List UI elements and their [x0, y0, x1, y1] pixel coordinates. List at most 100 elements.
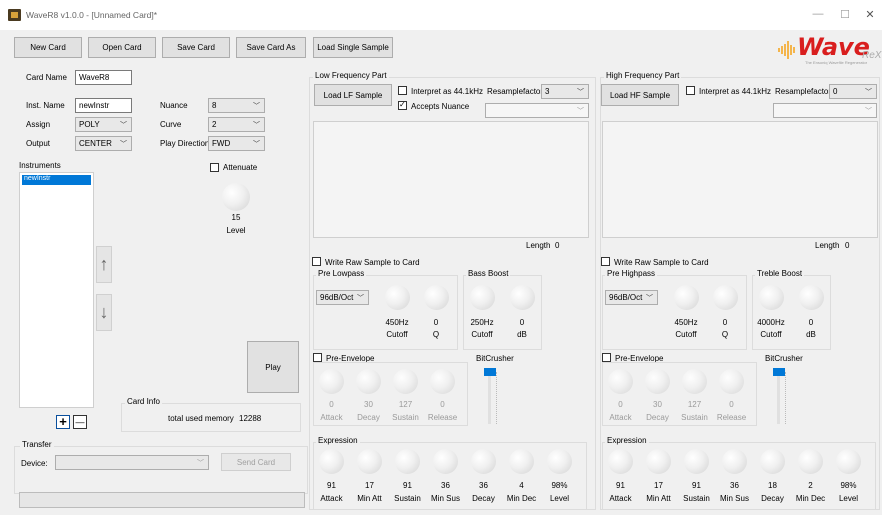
lf-expr-decay-value: 36 [479, 481, 488, 490]
hf-env-sustain-knob[interactable] [682, 369, 707, 394]
assign-label: Assign [26, 120, 51, 129]
close-icon[interactable]: ✕ [860, 8, 880, 21]
send-card-button[interactable]: Send Card [221, 453, 291, 471]
lf-expr-min-att-knob[interactable] [357, 449, 382, 474]
lf-q-knob[interactable] [424, 285, 449, 310]
open-card-button[interactable]: Open Card [88, 37, 156, 58]
hf-env-attack-knob[interactable] [608, 369, 633, 394]
lf-env-decay-value: 30 [364, 400, 373, 409]
lf-pre-envelope-checkbox[interactable] [313, 353, 322, 362]
lf-expr-level-knob[interactable] [547, 449, 572, 474]
accepts-nuance-label: Accepts Nuance [411, 102, 470, 111]
move-down-button[interactable]: ↓ [96, 294, 112, 331]
attenuate-label: Attenuate [223, 163, 258, 172]
play-direction-select[interactable]: FWD ﹀ [208, 136, 265, 151]
save-card-button[interactable]: Save Card [162, 37, 230, 58]
hf-expr-attack-knob[interactable] [608, 449, 633, 474]
assign-select[interactable]: POLY ﹀ [75, 117, 132, 132]
lf-env-sustain-value: 127 [398, 400, 413, 409]
instruments-title: Instruments [19, 161, 61, 170]
load-hf-sample-button[interactable]: Load HF Sample [601, 84, 679, 106]
output-select[interactable]: CENTER ﹀ [75, 136, 132, 151]
hf-resample-select[interactable]: 0 ﹀ [829, 84, 877, 99]
level-label: Level [226, 226, 246, 235]
hf-cutoff-knob[interactable] [674, 285, 699, 310]
hf-pre-envelope-checkbox[interactable] [602, 353, 611, 362]
lf-bitcrusher-slider[interactable] [484, 368, 496, 376]
hf-bitcrusher-slider[interactable] [773, 368, 785, 376]
load-single-sample-button[interactable]: Load Single Sample [313, 37, 393, 58]
treble-boost-db-knob[interactable] [799, 285, 824, 310]
lf-env-decay-knob[interactable] [356, 369, 381, 394]
hf-expr-min-dec-knob[interactable] [798, 449, 823, 474]
hf-env-attack-label: Attack [609, 413, 632, 422]
lf-resample-select[interactable]: 3 ﹀ [541, 84, 589, 99]
nuance-label: Nuance [160, 101, 188, 110]
lf-slope-select[interactable]: 96dB/Oct ﹀ [316, 290, 369, 305]
move-up-button[interactable]: ↑ [96, 246, 112, 283]
maximize-icon[interactable]: ☐ [835, 8, 855, 21]
bass-boost-db-value: 0 [519, 318, 525, 327]
lf-expr-sustain-knob[interactable] [395, 449, 420, 474]
hf-env-release-value: 0 [729, 400, 734, 409]
hf-expr-min-sus-knob[interactable] [722, 449, 747, 474]
hf-slope-value: 96dB/Oct [609, 293, 643, 302]
lf-expr-decay-knob[interactable] [471, 449, 496, 474]
remove-instrument-button[interactable]: — [73, 415, 87, 429]
bass-boost-freq-knob[interactable] [470, 285, 495, 310]
nuance-select[interactable]: 8 ﹀ [208, 98, 265, 113]
bass-boost-db-knob[interactable] [510, 285, 535, 310]
lf-write-raw-label: Write Raw Sample to Card [325, 258, 420, 267]
lf-q-label: Q [432, 330, 440, 339]
hf-expr-sustain-knob[interactable] [684, 449, 709, 474]
list-item[interactable]: newInstr [22, 175, 91, 185]
new-card-button[interactable]: New Card [14, 37, 82, 58]
lf-env-sustain-knob[interactable] [393, 369, 418, 394]
hf-env-release-knob[interactable] [719, 369, 744, 394]
minimize-icon[interactable]: — [808, 8, 828, 20]
add-instrument-button[interactable]: + [56, 415, 70, 429]
lf-write-raw-checkbox[interactable] [312, 257, 321, 266]
lf-env-attack-knob[interactable] [319, 369, 344, 394]
hf-expr-decay-knob[interactable] [760, 449, 785, 474]
app-icon [8, 9, 21, 21]
lf-expr-min-dec-knob[interactable] [509, 449, 534, 474]
hf-expr-decay-label: Decay [761, 494, 784, 503]
hf-expr-min-dec-value: 2 [808, 481, 813, 490]
instruments-list[interactable]: newInstr [19, 172, 94, 408]
load-lf-sample-button[interactable]: Load LF Sample [314, 84, 392, 106]
card-name-input[interactable]: WaveR8 [75, 70, 132, 85]
hf-env-decay-knob[interactable] [645, 369, 670, 394]
bass-boost-db-label: dB [517, 330, 527, 339]
lf-env-release-knob[interactable] [430, 369, 455, 394]
hf-expr-sustain-label: Sustain [683, 494, 710, 503]
hf-q-knob[interactable] [713, 285, 738, 310]
hf-expression-title: Expression [605, 436, 649, 445]
inst-name-input[interactable]: newInstr [75, 98, 132, 113]
lf-sample-select[interactable]: ﹀ [485, 103, 589, 118]
play-button[interactable]: Play [247, 341, 299, 393]
hf-interpret-checkbox[interactable] [686, 86, 695, 95]
accepts-nuance-checkbox[interactable] [398, 100, 407, 110]
hf-expr-level-knob[interactable] [836, 449, 861, 474]
chevron-down-icon: ﹀ [577, 108, 584, 115]
treble-boost-freq-knob[interactable] [759, 285, 784, 310]
lf-cutoff-knob[interactable] [385, 285, 410, 310]
lf-resample-value: 3 [545, 87, 550, 96]
level-knob[interactable] [222, 183, 250, 211]
save-card-as-button[interactable]: Save Card As [236, 37, 306, 58]
hf-resample-value: 0 [833, 87, 838, 96]
treble-boost-db-label: dB [806, 330, 816, 339]
hf-sample-select[interactable]: ﹀ [773, 103, 877, 118]
hf-write-raw-checkbox[interactable] [601, 257, 610, 266]
attenuate-checkbox[interactable] [210, 163, 219, 172]
lf-expr-attack-knob[interactable] [319, 449, 344, 474]
hf-slope-select[interactable]: 96dB/Oct ﹀ [605, 290, 658, 305]
hf-expr-min-att-knob[interactable] [646, 449, 671, 474]
curve-select[interactable]: 2 ﹀ [208, 117, 265, 132]
lf-cutoff-label: Cutoff [386, 330, 408, 339]
lf-expr-min-att-value: 17 [365, 481, 374, 490]
lf-interpret-checkbox[interactable] [398, 86, 407, 95]
device-select[interactable]: ﹀ [55, 455, 209, 470]
lf-expr-min-sus-knob[interactable] [433, 449, 458, 474]
